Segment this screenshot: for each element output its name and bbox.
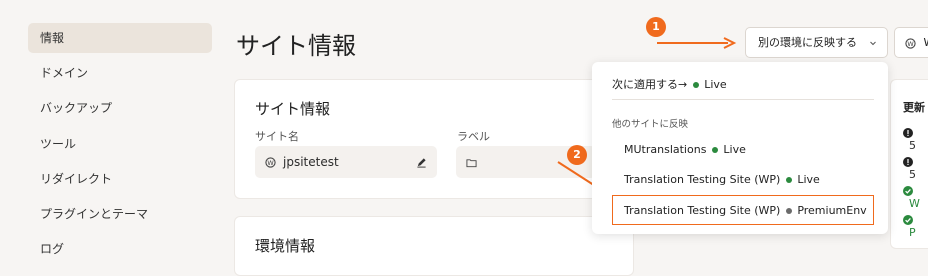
annotation-badge-2: 2 [567, 145, 587, 165]
site-name: MUtranslations [624, 143, 706, 156]
apply-next-status: Live [704, 78, 726, 91]
live-status-dot [712, 147, 718, 153]
dropdown-site-item-highlighted[interactable]: Translation Testing Site (WP) PremiumEnv [612, 195, 874, 225]
reflect-dropdown-menu: 次に適用する→Live 他のサイトに反映 MUtranslationsLive … [592, 62, 888, 234]
site-name: Translation Testing Site (WP) [624, 173, 780, 186]
live-status-dot [693, 82, 699, 88]
dropdown-divider [612, 99, 874, 100]
env-status-dot [786, 208, 792, 214]
env-name: Live [723, 143, 745, 156]
apply-next-item[interactable]: 次に適用する→ Live [612, 76, 727, 92]
dropdown-site-item-content: Translation Testing Site (WP) PremiumEnv [624, 204, 867, 217]
annotation-badge-1: 1 [646, 17, 666, 37]
live-status-dot [786, 177, 792, 183]
dropdown-section-label: 他のサイトに反映 [612, 116, 688, 130]
site-name: Translation Testing Site (WP) [624, 204, 780, 217]
apply-next-label: 次に適用する→ [612, 78, 687, 91]
dropdown-site-item[interactable]: Translation Testing Site (WP) Live [624, 173, 820, 186]
env-name: PremiumEnv [797, 204, 866, 217]
dropdown-site-item[interactable]: MUtranslations Live [624, 143, 746, 156]
env-name: Live [797, 173, 819, 186]
